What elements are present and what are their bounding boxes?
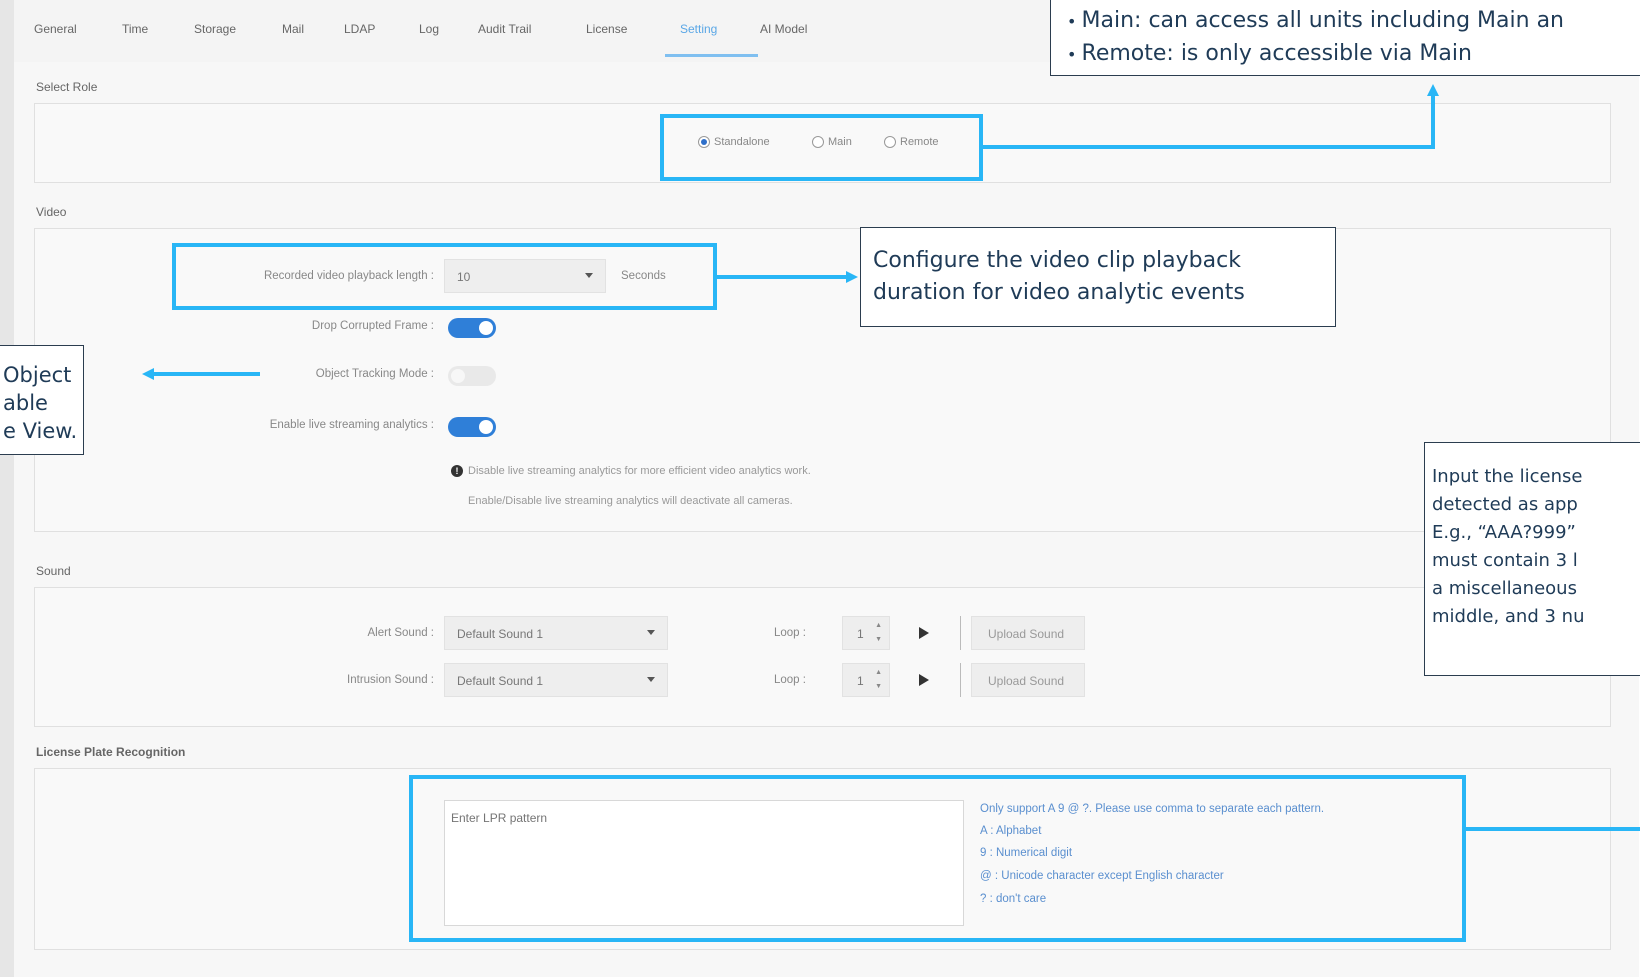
- chevron-up-icon[interactable]: ▲: [875, 622, 882, 629]
- live-analytics-note-1: Disable live streaming analytics for mor…: [468, 465, 811, 477]
- alert-upload-sound-button[interactable]: Upload Sound: [971, 616, 1085, 650]
- intrusion-loop-stepper[interactable]: 1 ▲ ▼: [842, 663, 890, 697]
- chevron-down-icon[interactable]: ▼: [875, 683, 882, 690]
- intrusion-sound-value: Default Sound 1: [457, 674, 544, 688]
- chevron-down-icon: [647, 630, 655, 635]
- drop-corrupted-label: Drop Corrupted Frame :: [311, 320, 434, 332]
- intrusion-upload-sound-button[interactable]: Upload Sound: [971, 663, 1085, 697]
- play-icon[interactable]: [919, 627, 929, 639]
- live-analytics-toggle[interactable]: [448, 417, 496, 437]
- callout-line: a miscellaneous: [1432, 578, 1577, 599]
- tab-time[interactable]: Time: [122, 22, 148, 36]
- live-analytics-note-2: Enable/Disable live streaming analytics …: [468, 495, 793, 507]
- callout-line: must contain 3 l: [1432, 550, 1578, 571]
- callout-line: Object: [3, 363, 72, 387]
- callout-line: e View.: [3, 419, 78, 443]
- callout-line: able: [3, 391, 48, 415]
- alert-loop-stepper[interactable]: 1 ▲ ▼: [842, 616, 890, 650]
- arrow-right-icon: [846, 271, 858, 283]
- info-icon: !: [451, 465, 463, 477]
- role-callout: • Main: can access all units including M…: [1050, 0, 1640, 76]
- chevron-down-icon: [647, 677, 655, 682]
- callout-bullet: • Main: can access all units including M…: [1067, 8, 1564, 33]
- callout-line: Input the license: [1432, 466, 1583, 487]
- alert-loop-value: 1: [857, 627, 864, 641]
- tab-audit-trail[interactable]: Audit Trail: [478, 22, 531, 36]
- drop-corrupted-toggle[interactable]: [448, 318, 496, 338]
- video-callout: Configure the video clip playback durati…: [860, 227, 1336, 327]
- sound-panel: [34, 587, 1611, 727]
- connector-line: [154, 372, 260, 376]
- playback-highlight-box: [172, 243, 717, 310]
- alert-sound-value: Default Sound 1: [457, 627, 544, 641]
- callout-line: detected as app: [1432, 494, 1578, 515]
- play-icon[interactable]: [919, 674, 929, 686]
- left-scroll-gutter: [0, 0, 14, 977]
- tab-ai-model[interactable]: AI Model: [760, 22, 807, 36]
- connector-line: [1466, 827, 1640, 831]
- intrusion-loop-value: 1: [857, 674, 864, 688]
- role-highlight-box: [660, 114, 983, 181]
- intrusion-sound-label: Intrusion Sound :: [347, 674, 434, 686]
- lpr-highlight-box: [409, 775, 1466, 942]
- chevron-up-icon[interactable]: ▲: [875, 669, 882, 676]
- tab-mail[interactable]: Mail: [282, 22, 304, 36]
- object-tracking-toggle[interactable]: [448, 366, 496, 386]
- lpr-callout: Input the license detected as app E.g., …: [1424, 442, 1640, 676]
- callout-bullet: • Remote: is only accessible via Main: [1067, 41, 1472, 66]
- alert-sound-label: Alert Sound :: [367, 627, 434, 639]
- tab-license[interactable]: License: [586, 22, 627, 36]
- callout-line: E.g., “AAA?999”: [1432, 522, 1576, 543]
- live-analytics-label: Enable live streaming analytics :: [269, 419, 434, 431]
- sound-title: Sound: [36, 564, 71, 578]
- object-tracking-callout: Object able e View.: [0, 345, 84, 455]
- callout-line: middle, and 3 nu: [1432, 606, 1585, 627]
- divider: [960, 663, 961, 697]
- select-role-title: Select Role: [36, 80, 98, 94]
- alert-sound-select[interactable]: Default Sound 1: [444, 616, 668, 650]
- active-tab-indicator: [665, 54, 758, 57]
- callout-line: Configure the video clip playback: [873, 248, 1241, 273]
- arrow-left-icon: [142, 368, 154, 380]
- alert-loop-label: Loop :: [774, 627, 806, 639]
- connector-line: [983, 145, 1435, 149]
- divider: [960, 616, 961, 650]
- connector-line: [717, 275, 848, 279]
- chevron-down-icon[interactable]: ▼: [875, 636, 882, 643]
- tab-setting[interactable]: Setting: [680, 22, 717, 36]
- tab-ldap[interactable]: LDAP: [344, 22, 375, 36]
- intrusion-sound-select[interactable]: Default Sound 1: [444, 663, 668, 697]
- arrow-up-icon: [1427, 84, 1439, 96]
- lpr-title: License Plate Recognition: [36, 745, 186, 759]
- callout-line: duration for video analytic events: [873, 280, 1245, 305]
- connector-line: [1431, 96, 1435, 149]
- video-title: Video: [36, 205, 67, 219]
- tab-general[interactable]: General: [34, 22, 77, 36]
- tab-log[interactable]: Log: [419, 22, 439, 36]
- intrusion-loop-label: Loop :: [774, 674, 806, 686]
- tab-storage[interactable]: Storage: [194, 22, 236, 36]
